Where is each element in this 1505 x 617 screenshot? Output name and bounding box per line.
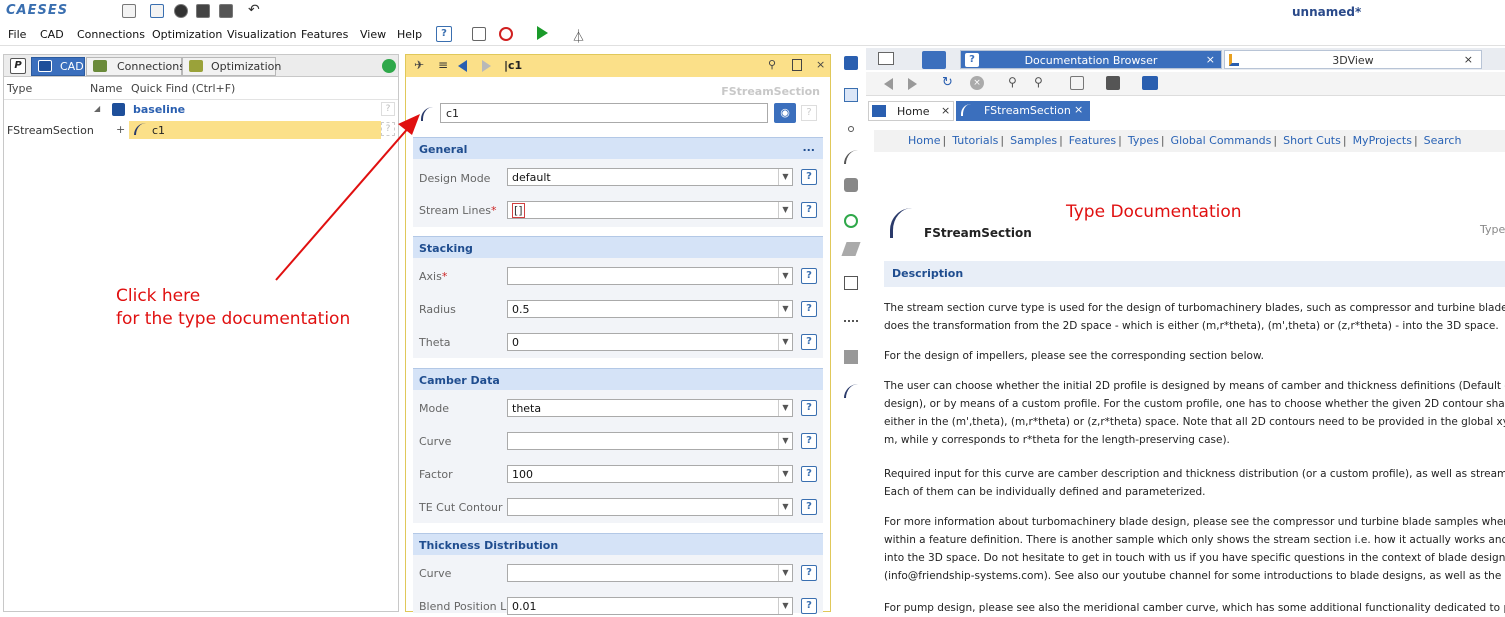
annotation-line: for the type documentation — [116, 309, 351, 329]
annotation-line: Click here — [116, 286, 201, 306]
annotation-click-here: Click here for the type documentation — [116, 285, 350, 331]
annotation-type-documentation: Type Documentation — [1066, 202, 1242, 222]
